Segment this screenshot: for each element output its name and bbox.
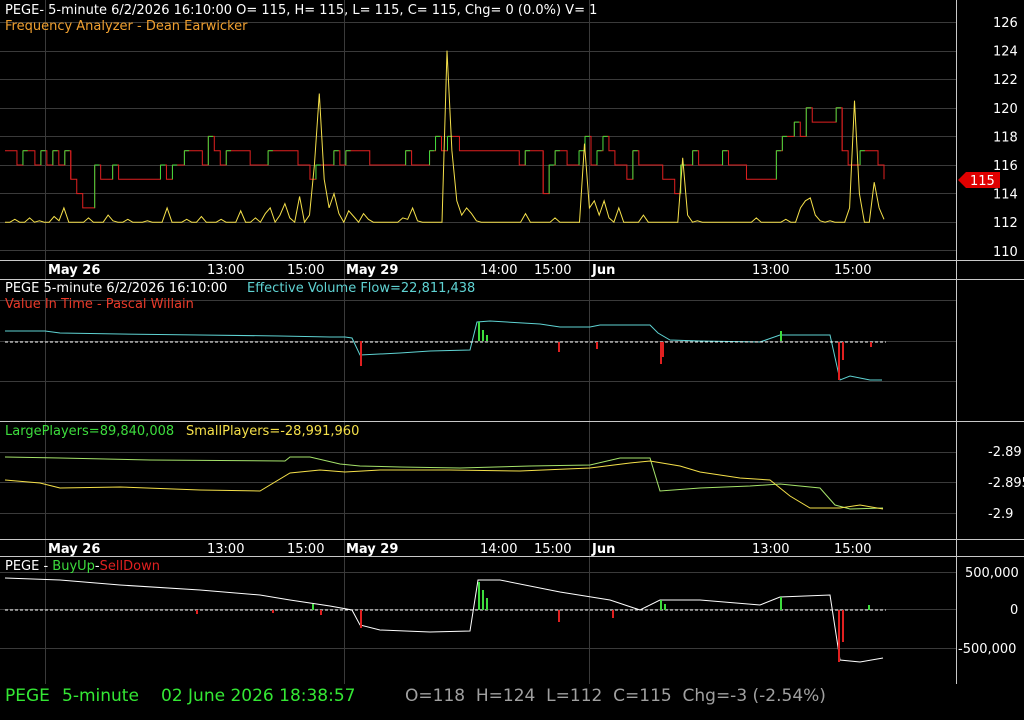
buysell-series xyxy=(4,577,886,663)
panel2-symbol: PEGE 5-minute 6/2/2026 16:10:00 xyxy=(5,281,227,296)
volume-flow-bar xyxy=(838,342,840,380)
volume-flow-bar xyxy=(360,341,362,366)
status-symbol: PEGE xyxy=(5,686,50,706)
time-axis-top: May 26 13:00 15:00 May 29 14:00 15:00 Jun 13:00… xyxy=(48,263,871,278)
volume-flow-line xyxy=(5,320,882,381)
time-axis-label: 15:00 xyxy=(287,542,324,557)
buysell-bar xyxy=(780,597,782,610)
time-axis-label: May 26 xyxy=(48,542,100,557)
volume-flow-series xyxy=(5,320,886,381)
price-tick-label: 116 xyxy=(993,159,1018,174)
time-axis-label: Jun xyxy=(591,263,615,278)
volume-flow-bar xyxy=(870,342,872,347)
svg-text:115: 115 xyxy=(970,174,995,189)
volume-flow-bar xyxy=(478,322,480,341)
buysell-bar xyxy=(660,600,662,610)
time-axis-label: May 29 xyxy=(346,263,398,278)
status-datetime: 02 June 2026 18:38:57 xyxy=(161,686,356,706)
buysell-bar xyxy=(868,605,870,610)
buysell-bar xyxy=(612,610,614,618)
buysell-bar xyxy=(312,604,314,610)
status-bar: PEGE 5-minute 02 June 2026 18:38:57 O=11… xyxy=(0,684,1024,720)
status-ohlc: O=118 H=124 L=112 C=115 Chg=-3 (-2.54%) xyxy=(405,686,826,706)
volume-flow-bar xyxy=(842,342,844,360)
buysell-bar xyxy=(664,604,666,610)
time-axis-label: 15:00 xyxy=(834,542,871,557)
time-axis-label: 15:00 xyxy=(534,542,571,557)
buysell-bar xyxy=(838,610,840,662)
time-axis-label: May 26 xyxy=(48,263,100,278)
price-axis: 126 124 122 120 118 116 114 112 110 xyxy=(993,16,1018,260)
time-axis-label: 13:00 xyxy=(752,542,789,557)
price-tick-label: 122 xyxy=(993,73,1018,88)
volume-flow-bar xyxy=(660,342,662,364)
buysell-bar xyxy=(482,590,484,610)
time-axis-label: 13:00 xyxy=(752,263,789,278)
price-tick-label: 126 xyxy=(993,16,1018,31)
buysell-bar xyxy=(842,610,844,642)
volume-flow-bar xyxy=(780,331,782,341)
players-axis: -2.89 -2.895 -2.9 xyxy=(988,445,1024,522)
panel1-indicator-title: Frequency Analyzer - Dean Earwicker xyxy=(5,19,248,34)
buysell-bar xyxy=(196,610,198,614)
time-axis-label: 14:00 xyxy=(480,263,517,278)
buysell-tick-label: -500,000 xyxy=(958,642,1016,657)
buysell-tick-label: 500,000 xyxy=(965,566,1019,581)
chart-canvas: PEGE- 5-minute 6/2/2026 16:10:00 O= 115,… xyxy=(0,0,1024,684)
time-axis-label: May 29 xyxy=(346,542,398,557)
time-axis-label: Jun xyxy=(591,542,615,557)
time-axis-label: 13:00 xyxy=(207,263,244,278)
players-tick-label: -2.89 xyxy=(988,445,1022,460)
buysell-tick-label: 0 xyxy=(1010,603,1018,618)
volume-flow-bar xyxy=(486,335,488,341)
small-players-label: SmallPlayers=-28,991,960 xyxy=(186,424,359,439)
volume-flow-bar xyxy=(596,342,598,349)
time-axis-bottom: May 26 13:00 15:00 May 29 14:00 15:00 Jun 13:00… xyxy=(48,542,871,557)
buysell-bar xyxy=(558,610,560,622)
buysell-bar xyxy=(320,610,322,615)
buysell-bar xyxy=(360,610,362,628)
time-axis-label: 15:00 xyxy=(287,263,324,278)
price-tick-label: 114 xyxy=(993,188,1018,203)
panel2-flow-label: Effective Volume Flow=22,811,438 xyxy=(247,281,475,296)
time-axis-label: 14:00 xyxy=(480,542,517,557)
price-tick-label: 120 xyxy=(993,102,1018,117)
time-axis-label: 13:00 xyxy=(207,542,244,557)
players-tick-label: -2.9 xyxy=(988,507,1013,522)
volume-flow-bar xyxy=(558,342,560,352)
last-price-tag: 115 xyxy=(958,172,1000,189)
buysell-bar xyxy=(272,610,274,613)
buysell-axis: 500,000 0 -500,000 xyxy=(958,566,1019,657)
status-interval: 5-minute xyxy=(62,686,139,706)
price-tick-label: 124 xyxy=(993,45,1018,60)
panel1-header: PEGE- 5-minute 6/2/2026 16:10:00 O= 115,… xyxy=(5,3,597,18)
players-tick-label: -2.895 xyxy=(988,476,1024,491)
time-axis-label: 15:00 xyxy=(534,263,571,278)
price-tick-label: 110 xyxy=(993,245,1018,260)
large-players-label: LargePlayers=89,840,008 xyxy=(5,424,174,439)
volume-flow-bar xyxy=(482,330,484,341)
volume-flow-bar xyxy=(662,342,664,357)
panel4-title: PEGE - BuyUp-SellDown xyxy=(5,559,160,574)
panel2-indicator-title: Value In Time - Pascal Willain xyxy=(5,297,194,312)
buysell-bar xyxy=(478,582,480,610)
buysell-net-line xyxy=(4,577,884,663)
buysell-bar xyxy=(486,598,488,610)
price-tick-label: 118 xyxy=(993,130,1018,145)
price-tick-label: 112 xyxy=(993,216,1018,231)
time-axis-label: 15:00 xyxy=(834,263,871,278)
